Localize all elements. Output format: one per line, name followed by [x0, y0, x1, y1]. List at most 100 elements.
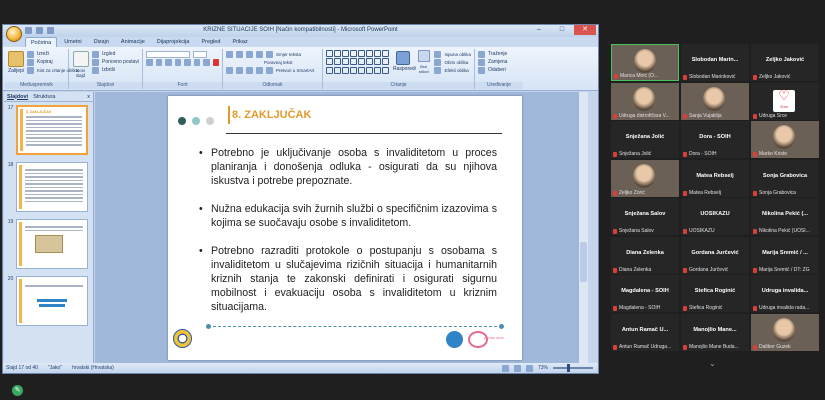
arrange-button[interactable]: Rasporedi	[393, 66, 416, 72]
slide-thumbnail[interactable]: 18	[7, 162, 91, 214]
zoom-level[interactable]: 73%	[538, 365, 548, 371]
layout-button[interactable]: Izgled	[102, 51, 115, 57]
align-right-icon[interactable]	[246, 66, 253, 74]
strikethrough-icon[interactable]	[174, 58, 181, 66]
spacing-icon[interactable]	[193, 58, 200, 66]
participant-tile[interactable]: Magdalena - SOIH Magdalena - SOIH	[611, 275, 679, 312]
office-button[interactable]	[6, 26, 22, 42]
participant-tile[interactable]: Matea Rebselj Matea Rebselj	[681, 159, 749, 197]
arrange-icon[interactable]	[396, 51, 410, 65]
smartart-button[interactable]: Pretvori u SmartArt	[276, 68, 314, 73]
quick-styles-icon[interactable]	[417, 50, 430, 62]
shapes-gallery[interactable]	[326, 50, 389, 74]
participant-tile[interactable]: SrceUdruga Srce	[751, 82, 819, 120]
align-text-button[interactable]: Poravnaj tekst	[264, 60, 293, 65]
language-indicator[interactable]: hrvatski (Hrvatska)	[72, 365, 114, 371]
case-icon[interactable]	[203, 58, 210, 66]
slide-sorter-icon[interactable]	[513, 364, 521, 372]
italic-icon[interactable]	[155, 58, 162, 66]
text-direction-button[interactable]: Smjer teksta	[276, 52, 301, 57]
tab-slideshow[interactable]: Dijaprojekcija	[152, 37, 195, 47]
reset-button[interactable]: Ponovno postavi	[102, 59, 139, 65]
tab-design[interactable]: Dizajn	[89, 37, 114, 47]
slideshow-icon[interactable]	[525, 364, 533, 372]
font-color-icon[interactable]	[212, 58, 219, 66]
tab-view[interactable]: Prikaz	[227, 37, 252, 47]
underline-icon[interactable]	[165, 58, 172, 66]
participant-tile[interactable]: Udruga distrofičara V...	[611, 82, 679, 120]
font-name-field[interactable]	[146, 50, 190, 58]
cut-button[interactable]: Izreži	[37, 51, 49, 57]
participant-tile[interactable]: Diana Zelenka Diana Zelenka	[611, 236, 679, 274]
normal-view-icon[interactable]	[501, 364, 509, 372]
delete-button[interactable]: Izbriši	[102, 67, 115, 73]
participant-tile[interactable]: Udruga invalida... Udruga invalida rada..…	[751, 275, 819, 312]
zoom-slider[interactable]	[553, 364, 593, 372]
shadow-icon[interactable]	[184, 58, 191, 66]
decrease-indent-icon[interactable]	[246, 50, 253, 58]
shape-effects-button[interactable]: Efekti oblika	[444, 68, 468, 73]
participant-tile[interactable]: Manojlio Mane... Manojlio Mane Buda...	[681, 313, 749, 351]
slide-title[interactable]: 8. ZAKLJUČAK	[228, 106, 311, 124]
vertical-scrollbar[interactable]	[578, 92, 588, 363]
chevron-down-icon[interactable]: ⌄	[709, 359, 716, 368]
annotate-icon[interactable]: ✎	[12, 385, 23, 396]
slide-thumbnail[interactable]: 17 8. ZAKLJUČAK	[7, 105, 91, 157]
participant-tile[interactable]: Štefica Roginić Štefica Roginić	[681, 275, 749, 312]
justify-icon[interactable]	[256, 66, 263, 74]
bullet-item[interactable]: Potrebno razraditi protokole o postupanj…	[199, 244, 497, 314]
shape-outline-button[interactable]: Obris oblika	[444, 60, 468, 65]
align-center-icon[interactable]	[236, 66, 243, 74]
bullets-icon[interactable]	[226, 50, 233, 58]
tab-home[interactable]: Početna	[25, 37, 58, 47]
participant-tile[interactable]: Marija Sremić / ... Marija Sremić / DT: Z…	[751, 236, 819, 274]
close-button[interactable]: ✕	[574, 25, 596, 35]
slide-canvas[interactable]: 8. ZAKLJUČAK Potrebno je uključivanje os…	[168, 96, 522, 360]
tab-insert[interactable]: Umetni	[59, 37, 86, 47]
copy-button[interactable]: Kopiraj	[37, 59, 53, 65]
participant-tile[interactable]: Marica Mirić (O...	[611, 44, 679, 81]
quick-styles-button[interactable]: Brzi stilovi	[417, 64, 430, 74]
participant-tile[interactable]: Sanja Vujaklija	[681, 82, 749, 120]
numbering-icon[interactable]	[236, 50, 243, 58]
shape-fill-button[interactable]: Ispuna oblika	[444, 52, 471, 57]
find-button[interactable]: Traženje	[488, 51, 507, 57]
increase-indent-icon[interactable]	[256, 50, 263, 58]
participant-tile[interactable]: Željko Zorić	[611, 159, 679, 197]
participant-tile[interactable]: Antun Ramač U... Antun Ramač Udruga...	[611, 313, 679, 351]
align-left-icon[interactable]	[226, 66, 233, 74]
replace-button[interactable]: Zamjena	[488, 59, 507, 65]
bullet-item[interactable]: Nužna edukacija svih žurnih službi o spe…	[199, 202, 497, 230]
participant-tile[interactable]: Snježana Jolić Snježana Jolić	[611, 121, 679, 158]
participant-tile[interactable]: Nikolina Pekić (... Nikolina Pekić (UOSI.…	[751, 198, 819, 235]
tab-review[interactable]: Pregled	[196, 37, 225, 47]
select-button[interactable]: Odaberi	[488, 67, 506, 73]
participant-tile[interactable]: Marko Kriste	[751, 121, 819, 158]
new-slide-icon[interactable]	[72, 51, 89, 67]
tab-slides[interactable]: Slajdovi	[7, 94, 28, 100]
slide-thumbnail[interactable]: 19	[7, 219, 91, 271]
panel-close-icon[interactable]: x	[87, 94, 90, 100]
paste-button[interactable]: Zalijepi	[8, 68, 24, 74]
columns-icon[interactable]	[266, 66, 273, 74]
bullet-list[interactable]: Potrebno je uključivanje osoba s invalid…	[199, 146, 497, 328]
participant-tile[interactable]: Dalibor Guzek	[751, 313, 819, 351]
paste-icon[interactable]	[8, 51, 24, 67]
tab-animations[interactable]: Animacije	[116, 37, 150, 47]
bold-icon[interactable]	[146, 58, 153, 66]
participant-tile[interactable]: Gordana Jurčević Gordana Jurčević	[681, 236, 749, 274]
new-slide-button[interactable]: Novi slajd	[72, 68, 89, 78]
slide-thumbnail[interactable]: 20	[7, 276, 91, 328]
minimize-button[interactable]: –	[528, 25, 550, 35]
participant-tile[interactable]: Slobodan Marin... Slobodan Marinković	[681, 44, 749, 81]
maximize-button[interactable]: □	[551, 25, 573, 35]
line-spacing-icon[interactable]	[266, 50, 273, 58]
font-size-field[interactable]	[193, 50, 207, 58]
participant-tile[interactable]: UOSIKAŽU UOSIKAŽU	[681, 198, 749, 235]
participant-tile[interactable]: Dora - SOIH Dora - SOIH	[681, 121, 749, 158]
participant-tile[interactable]: Sonja Grabovica Sonja Grabovica	[751, 159, 819, 197]
participant-tile[interactable]: Snježana Šalov Snježana Šalov	[611, 198, 679, 235]
tab-outline[interactable]: Struktura	[33, 94, 55, 100]
bullet-item[interactable]: Potrebno je uključivanje osoba s invalid…	[199, 146, 497, 188]
participant-tile[interactable]: Željko Jaković Željko Jaković	[751, 44, 819, 81]
